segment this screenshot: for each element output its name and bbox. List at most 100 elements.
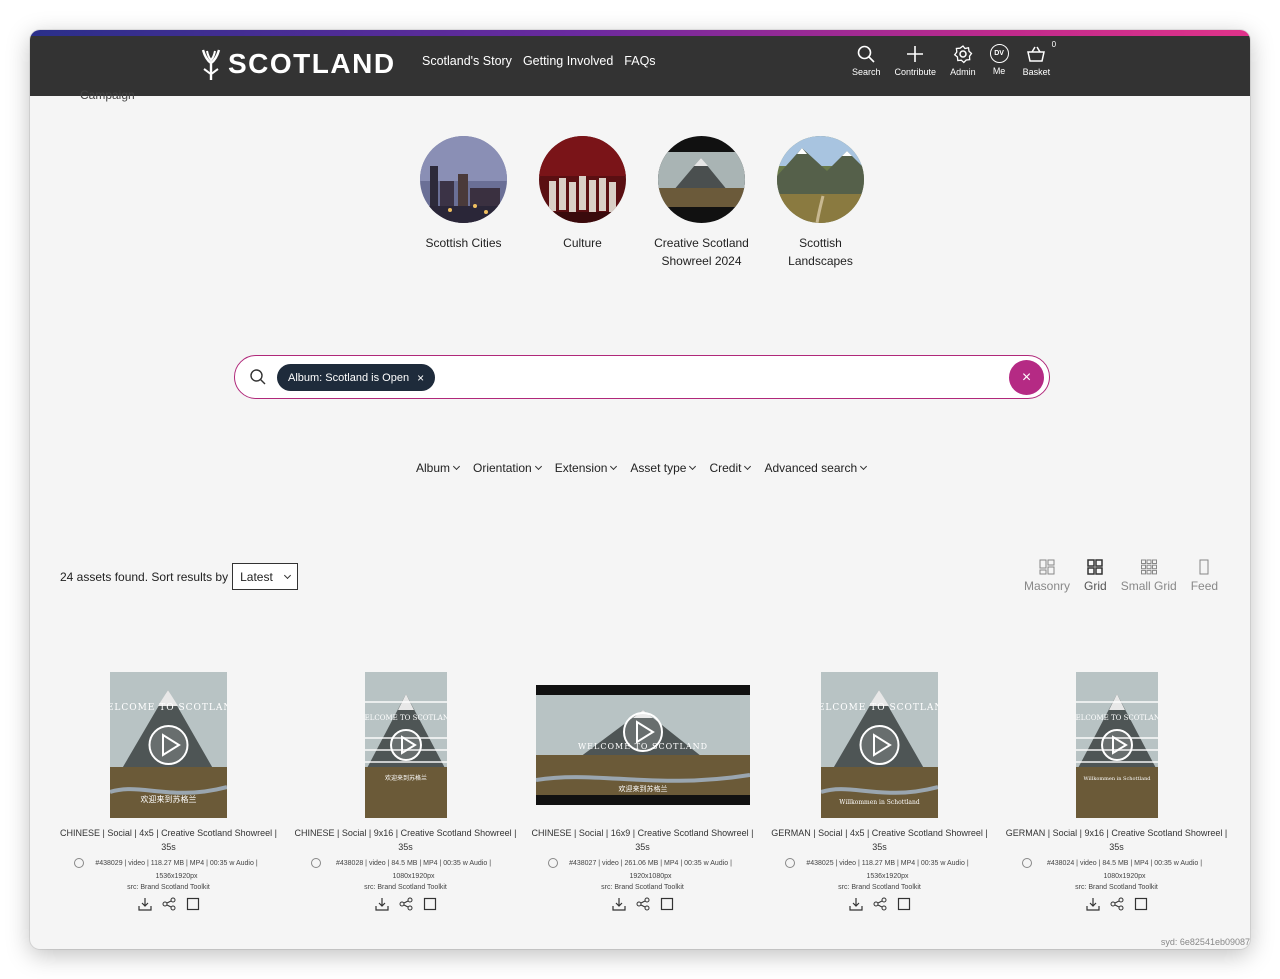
- avatar-icon: DV: [989, 44, 1009, 63]
- asset-meta: #438025 | video | 118.27 MB | MP4 | 00:3…: [784, 857, 975, 883]
- asset-source: src: Brand Scotland Toolkit: [127, 884, 210, 891]
- album-filter-chip[interactable]: Album: Scotland is Open ×: [277, 364, 436, 391]
- select-checkbox-icon[interactable]: [186, 897, 200, 911]
- filter-label: Album: [416, 461, 451, 475]
- download-icon[interactable]: [137, 897, 152, 911]
- play-icon[interactable]: [622, 712, 663, 752]
- asset-title[interactable]: GERMAN | Social | 4x5 | Creative Scotlan…: [767, 826, 992, 854]
- clear-search-button[interactable]: ×: [1009, 360, 1044, 395]
- filter-extension[interactable]: Extension: [555, 461, 618, 475]
- filter-label: Asset type: [630, 461, 687, 475]
- album-culture[interactable]: Culture: [539, 136, 626, 270]
- asset-card: WELCOME TO SCOTLAND 欢迎来到苏格兰 CHINESE | So…: [524, 670, 761, 911]
- view-feed-button[interactable]: Feed: [1191, 558, 1218, 593]
- nav-getting-involved[interactable]: Getting Involved: [523, 54, 613, 68]
- basket-tool-button[interactable]: 0 Basket: [1022, 40, 1057, 77]
- results-count-text: 24 assets found. Sort results by: [60, 569, 229, 584]
- asset-title[interactable]: CHINESE | Social | 9x16 | Creative Scotl…: [293, 826, 518, 854]
- grid-icon: [1087, 559, 1104, 575]
- share-icon[interactable]: [1110, 897, 1124, 911]
- sort-value: Latest: [240, 569, 273, 584]
- tool-label: Basket: [1022, 67, 1051, 77]
- filter-asset-type[interactable]: Asset type: [630, 461, 697, 475]
- tool-label: Contribute: [894, 67, 937, 77]
- filter-advanced-search[interactable]: Advanced search: [764, 461, 868, 475]
- admin-tool-button[interactable]: Admin: [950, 44, 976, 77]
- asset-thumbnail[interactable]: WELCOME TO SCOTLAND Willkommen in Schott…: [821, 670, 938, 820]
- asset-search-bar[interactable]: Album: Scotland is Open × ×: [234, 355, 1050, 399]
- asset-title[interactable]: GERMAN | Social | 9x16 | Creative Scotla…: [1004, 826, 1229, 854]
- nav-faqs[interactable]: FAQs: [624, 54, 655, 68]
- select-checkbox-icon[interactable]: [1134, 897, 1148, 911]
- view-grid-button[interactable]: Grid: [1084, 558, 1107, 593]
- filter-credit[interactable]: Credit: [709, 461, 752, 475]
- view-small-grid-button[interactable]: Small Grid: [1121, 558, 1177, 593]
- share-icon[interactable]: [873, 897, 887, 911]
- play-icon[interactable]: [859, 725, 900, 765]
- play-icon[interactable]: [148, 725, 189, 765]
- build-id: syd: 6e82541eb09087: [1160, 937, 1250, 947]
- album-scottish-cities[interactable]: Scottish Cities: [420, 136, 507, 270]
- asset-actions: [611, 897, 674, 911]
- asset-actions: [374, 897, 437, 911]
- share-icon[interactable]: [162, 897, 176, 911]
- chip-remove-icon[interactable]: ×: [417, 371, 424, 385]
- asset-thumbnail[interactable]: WELCOME TO SCOTLAND Willkommen in Schott…: [1075, 670, 1158, 820]
- album-thumbnail[interactable]: [539, 136, 626, 223]
- asset-source: src: Brand Scotland Toolkit: [838, 884, 921, 891]
- asset-meta: #438024 | video | 84.5 MB | MP4 | 00:35 …: [1021, 857, 1212, 883]
- view-masonry-button[interactable]: Masonry: [1024, 558, 1070, 593]
- asset-source: src: Brand Scotland Toolkit: [364, 884, 447, 891]
- me-tool-button[interactable]: DV Me: [989, 44, 1009, 77]
- scotland-logo[interactable]: SCOTLAND: [200, 44, 396, 84]
- video-overlay-text: WELCOME TO SCOTLAND: [365, 714, 447, 722]
- chevron-down-icon: [452, 462, 461, 471]
- album-thumbnail[interactable]: [777, 136, 864, 223]
- select-checkbox-icon[interactable]: [660, 897, 674, 911]
- search-icon: [857, 45, 875, 63]
- filter-bar: Album Orientation Extension Asset type C…: [416, 461, 868, 475]
- asset-meta-text: #438025 | video | 118.27 MB | MP4 | 00:3…: [806, 860, 969, 880]
- filter-orientation[interactable]: Orientation: [473, 461, 542, 475]
- download-icon[interactable]: [611, 897, 626, 911]
- share-icon[interactable]: [399, 897, 413, 911]
- album-creative-scotland-showreel[interactable]: Creative Scotland Showreel 2024: [654, 136, 749, 270]
- chevron-down-icon: [689, 462, 697, 471]
- download-icon[interactable]: [848, 897, 863, 911]
- filter-label: Credit: [709, 461, 742, 475]
- contribute-tool-button[interactable]: Contribute: [894, 44, 937, 77]
- asset-title[interactable]: CHINESE | Social | 4x5 | Creative Scotla…: [56, 826, 281, 854]
- album-label: Scottish Cities: [425, 236, 502, 250]
- album-carousel: Scottish Cities Culture Creative Scotlan…: [420, 136, 864, 270]
- download-icon[interactable]: [1085, 897, 1100, 911]
- asset-meta-text: #438024 | video | 84.5 MB | MP4 | 00:35 …: [1046, 860, 1203, 880]
- asset-actions: [848, 897, 911, 911]
- album-scottish-landscapes[interactable]: Scottish Landscapes: [777, 136, 864, 270]
- asset-actions: [1085, 897, 1148, 911]
- sort-select[interactable]: Latest: [232, 563, 298, 590]
- video-type-icon: [784, 858, 795, 868]
- album-thumbnail[interactable]: [420, 136, 507, 223]
- select-checkbox-icon[interactable]: [423, 897, 437, 911]
- video-subtitle-text: Willkommen in Schottland: [1083, 776, 1151, 782]
- asset-meta-text: #438027 | video | 261.06 MB | MP4 | 00:3…: [569, 860, 732, 880]
- filter-album[interactable]: Album: [416, 461, 461, 475]
- view-switcher: Masonry Grid Small Grid Feed: [1024, 558, 1218, 593]
- asset-thumbnail[interactable]: WELCOME TO SCOTLAND 欢迎来到苏格兰: [364, 670, 447, 820]
- asset-thumbnail[interactable]: WELCOME TO SCOTLAND 欢迎来到苏格兰: [535, 670, 750, 820]
- asset-source: src: Brand Scotland Toolkit: [601, 884, 684, 891]
- share-icon[interactable]: [636, 897, 650, 911]
- asset-card: WELCOME TO SCOTLAND Willkommen in Schott…: [761, 670, 998, 911]
- select-checkbox-icon[interactable]: [897, 897, 911, 911]
- asset-thumbnail[interactable]: WELCOME TO SCOTLAND 欢迎来到苏格兰: [110, 670, 227, 820]
- chevron-down-icon: [534, 462, 542, 471]
- album-thumbnail[interactable]: [658, 136, 745, 223]
- small-grid-icon: [1140, 559, 1157, 575]
- asset-card: WELCOME TO SCOTLAND 欢迎来到苏格兰 CHINESE | So…: [50, 670, 287, 911]
- search-tool-button[interactable]: Search: [852, 44, 881, 77]
- filter-label: Orientation: [473, 461, 532, 475]
- video-overlay-text: WELCOME TO SCOTLAND: [821, 703, 938, 713]
- asset-title[interactable]: CHINESE | Social | 16x9 | Creative Scotl…: [530, 826, 755, 854]
- nav-scotlands-story[interactable]: Scotland's Story: [422, 54, 512, 68]
- download-icon[interactable]: [374, 897, 389, 911]
